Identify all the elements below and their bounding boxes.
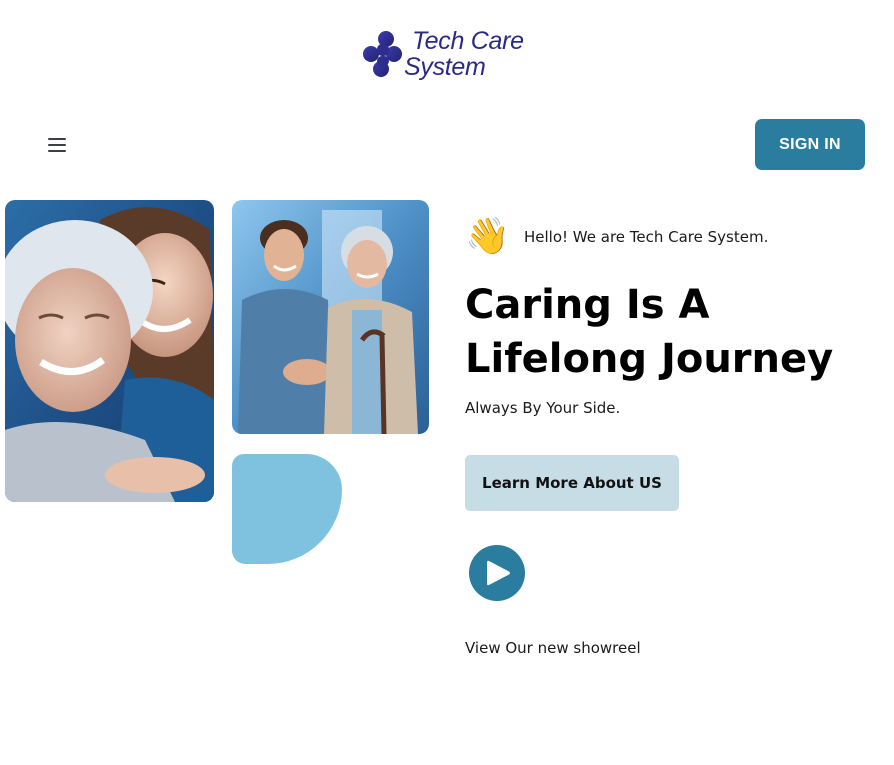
hero-photo-hug (5, 200, 214, 502)
brand-wordmark: Tech Care System (404, 28, 524, 80)
showreel-link[interactable]: View Our new showreel (465, 639, 641, 657)
sign-in-button[interactable]: SIGN IN (755, 119, 865, 170)
hero-headline: Caring Is A Lifelong Journey (465, 282, 834, 382)
decorative-blob (232, 454, 342, 564)
brand-line-1: Tech Care (412, 27, 524, 55)
learn-more-button[interactable]: Learn More About US (465, 455, 679, 511)
waving-hand-icon: 👋 (465, 216, 510, 257)
hamburger-bar (48, 150, 66, 152)
hero-photo-caregiver (232, 200, 429, 434)
logo-mark-icon (363, 31, 402, 77)
play-icon (487, 560, 510, 586)
play-button[interactable] (469, 545, 525, 601)
brand-logo[interactable]: Tech Care System (360, 28, 540, 86)
hamburger-bar (48, 144, 66, 146)
hero-tagline: Always By Your Side. (465, 399, 621, 417)
hamburger-icon[interactable] (48, 135, 66, 153)
greeting-row: 👋 Hello! We are Tech Care System. (465, 214, 768, 260)
hamburger-bar (48, 138, 66, 140)
greeting-text: Hello! We are Tech Care System. (524, 228, 769, 246)
brand-line-2: System (404, 53, 486, 81)
